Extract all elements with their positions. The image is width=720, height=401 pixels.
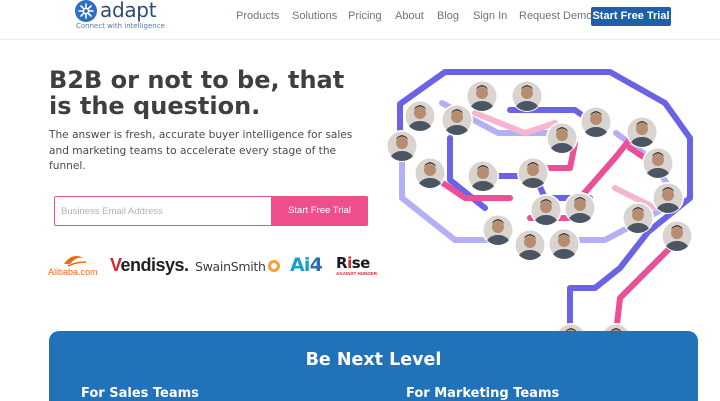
nav-products[interactable]: Products	[236, 10, 279, 22]
nav-blog[interactable]: Blog	[437, 10, 459, 22]
nav-request-demo[interactable]: Request Demo	[519, 10, 592, 22]
form-start-free-trial-button[interactable]: Start Free Trial	[271, 196, 368, 226]
nav-sign-in[interactable]: Sign In	[473, 10, 507, 22]
business-email-input[interactable]	[55, 197, 271, 225]
next-level-panel: Be Next Level For Sales Teams For Market…	[49, 331, 698, 401]
for-sales-teams-link[interactable]: For Sales Teams	[81, 386, 199, 401]
swainsmith-logo: SwainSmith	[195, 259, 280, 274]
logo-tagline: Connect with intelligence	[76, 22, 165, 30]
nav-pricing[interactable]: Pricing	[348, 10, 382, 22]
nav-solutions[interactable]: Solutions	[292, 10, 337, 22]
adapt-logo-icon	[75, 0, 97, 22]
swainsmith-ring-icon	[267, 260, 280, 272]
alibaba-wordmark: Alibaba.com	[48, 267, 98, 277]
adapt-logo[interactable]: adapt Connect with intelligence	[75, 0, 175, 36]
alibaba-swoosh-icon	[64, 256, 87, 267]
alibaba-logo: Alibaba.com	[48, 254, 100, 278]
client-logos: Alibaba.com Vendisys. SwainSmith Ai4 Ris…	[48, 250, 378, 282]
for-marketing-teams-link[interactable]: For Marketing Teams	[406, 386, 559, 401]
logo-wordmark: adapt	[100, 0, 157, 22]
signup-form: Start Free Trial	[54, 196, 368, 226]
ai4-logo: Ai4	[290, 254, 323, 276]
rise-against-hunger-logo: Rise AGAINST HUNGER	[336, 254, 378, 276]
vendisys-logo: Vendisys.	[110, 255, 189, 275]
hero-subtitle: The answer is fresh, accurate buyer inte…	[49, 129, 353, 172]
panel-title: Be Next Level	[305, 350, 442, 370]
nav-about[interactable]: About	[395, 10, 424, 22]
people-network-illustration	[380, 69, 693, 362]
page: adapt Connect with intelligence Products…	[0, 0, 720, 401]
hero-title: B2B or not to be, that is the question.	[49, 66, 345, 120]
start-free-trial-button[interactable]: Start Free Trial	[591, 7, 671, 26]
site-header: adapt Connect with intelligence Products…	[0, 0, 720, 40]
